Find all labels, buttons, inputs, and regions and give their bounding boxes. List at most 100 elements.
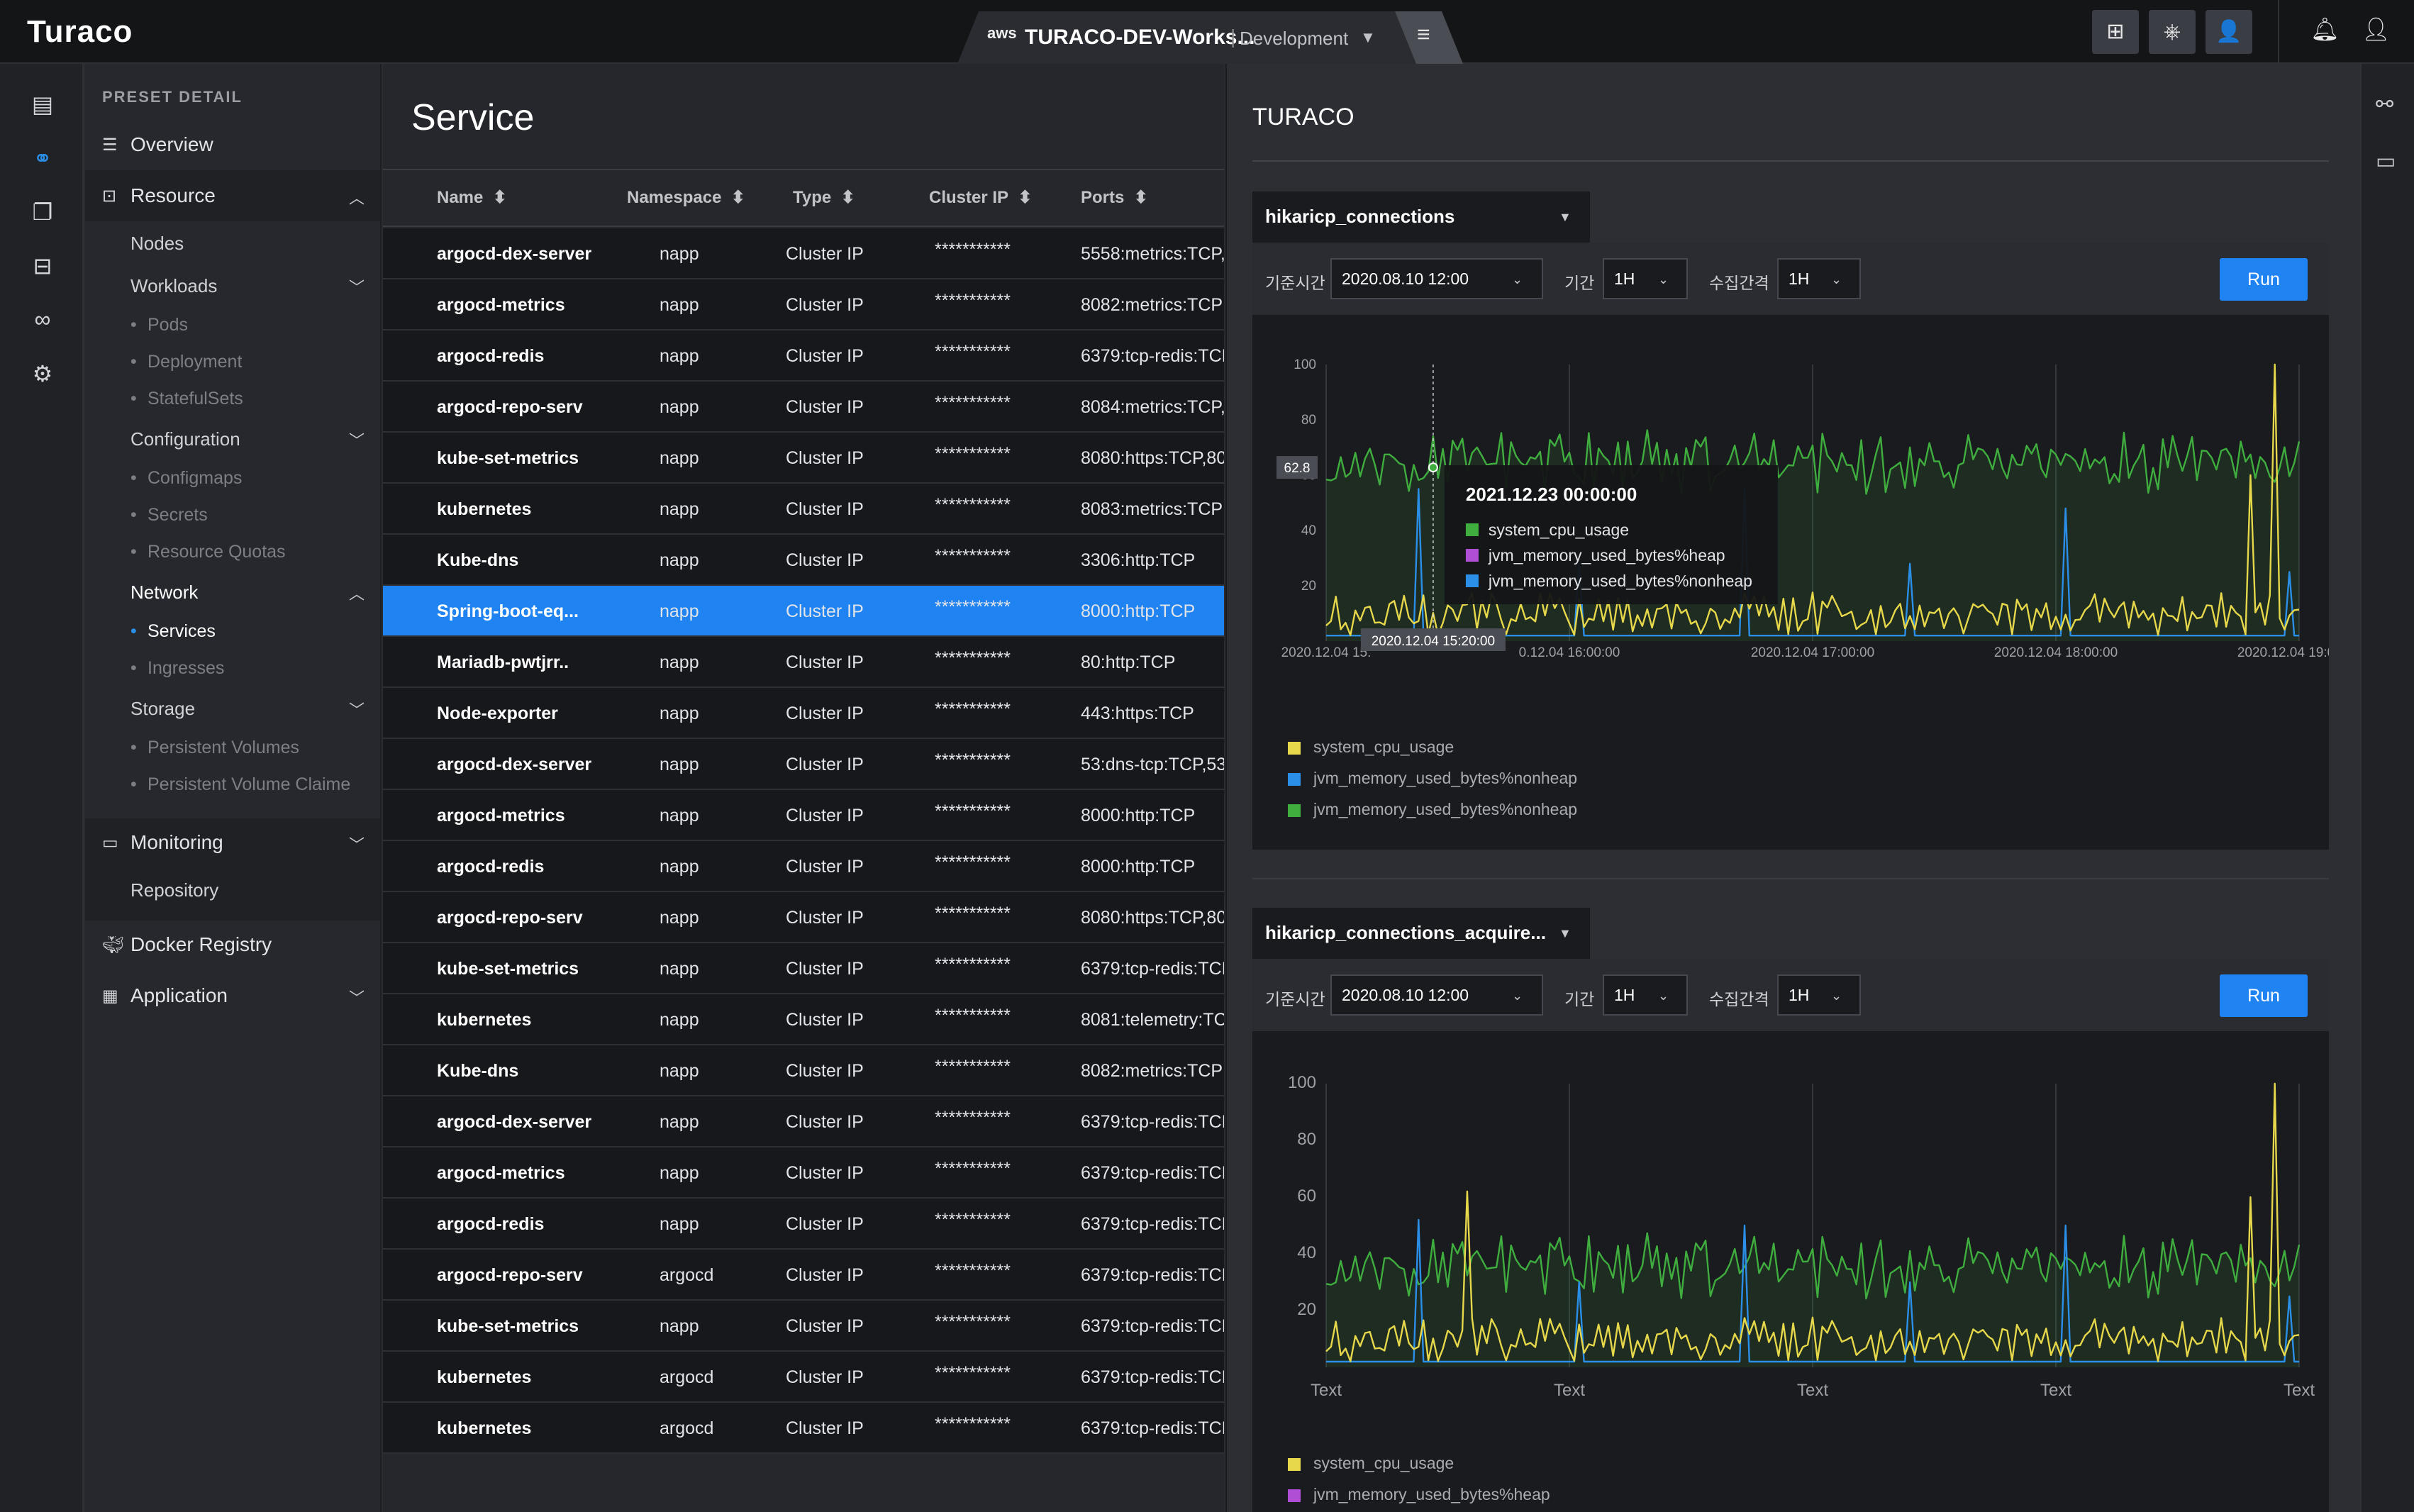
chevron-down-icon[interactable]: ▼ — [1559, 210, 1572, 225]
pipeline-icon[interactable]: ∞ — [28, 306, 57, 333]
nav-resource[interactable]: Resource — [130, 184, 216, 207]
nav-configmaps[interactable]: Configmaps — [148, 468, 242, 489]
table-row[interactable]: Mariadb-pwtjrr.. napp Cluster IP **********… — [383, 637, 1224, 688]
table-row[interactable]: argocd-metrics napp Cluster IP *********** 6… — [383, 1147, 1224, 1199]
topology-icon[interactable]: ⊟ — [28, 252, 57, 279]
run-button[interactable]: Run — [2220, 974, 2308, 1017]
table-row[interactable]: argocd-dex-server napp Cluster IP *********… — [383, 228, 1224, 279]
base-time-select[interactable]: 2020.08.10 12:00 — [1330, 974, 1543, 1016]
nav-overview[interactable]: Overview — [130, 133, 213, 156]
user-admin-icon[interactable]: 👤 — [2206, 10, 2252, 54]
legend-item[interactable]: system_cpu_usage — [1313, 738, 1454, 757]
chevron-down-icon[interactable]: ﹀ — [349, 275, 365, 298]
table-row[interactable]: argocd-redis napp Cluster IP *********** 800… — [383, 841, 1224, 892]
nav-resource-quotas[interactable]: Resource Quotas — [148, 542, 286, 562]
table-row[interactable]: argocd-redis napp Cluster IP *********** 637… — [383, 330, 1224, 382]
table-row[interactable]: kube-set-metrics napp Cluster IP **********… — [383, 943, 1224, 994]
legend-item[interactable]: jvm_memory_used_bytes%nonheap — [1313, 769, 1577, 788]
legend-item[interactable]: system_cpu_usage — [1313, 1454, 1454, 1473]
column-type[interactable]: Type ⬍ — [793, 187, 855, 208]
nav-ingresses[interactable]: Ingresses — [148, 658, 224, 679]
nav-nodes[interactable]: Nodes — [130, 233, 184, 255]
legend-item[interactable]: jvm_memory_used_bytes%heap — [1313, 1485, 1550, 1504]
nav-persistent-volume-claims[interactable]: Persistent Volume Claime — [148, 774, 350, 795]
dashboard-icon[interactable]: ▤ — [28, 91, 57, 118]
resource-icon[interactable]: ⚭ — [28, 145, 57, 172]
table-row[interactable]: argocd-redis napp Cluster IP *********** 637… — [383, 1199, 1224, 1250]
column-name[interactable]: Name ⬍ — [437, 187, 507, 208]
table-row[interactable]: Kube-dns napp Cluster IP *********** 3306:ht… — [383, 535, 1224, 586]
hamburger-icon[interactable]: ≡ — [1417, 21, 1430, 48]
nav-network[interactable]: Network — [130, 582, 198, 604]
nav-storage[interactable]: Storage — [130, 698, 195, 720]
nav-docker-registry[interactable]: Docker Registry — [130, 933, 272, 956]
chevron-up-icon[interactable]: ︿ — [349, 582, 365, 604]
period-select[interactable]: 1H — [1603, 974, 1688, 1016]
table-row[interactable]: argocd-repo-serv napp Cluster IP **********… — [383, 382, 1224, 433]
base-time-select[interactable]: 2020.08.10 12:00 — [1330, 258, 1543, 299]
table-row[interactable]: kubernetes argocd Cluster IP *********** 637… — [383, 1352, 1224, 1403]
monitor-icon[interactable]: ▭ — [2376, 149, 2396, 174]
workspace-name[interactable]: TURACO-DEV-Works... — [1025, 26, 1255, 50]
chevron-down-icon[interactable]: ▼ — [1559, 926, 1572, 941]
nav-application[interactable]: Application — [130, 984, 228, 1007]
nav-monitoring[interactable]: Monitoring — [130, 831, 223, 854]
chevron-down-icon[interactable]: ﹀ — [349, 986, 365, 1008]
topology-icon[interactable]: ⊞ — [2092, 10, 2139, 54]
nav-repository[interactable]: Repository — [130, 879, 218, 901]
table-row[interactable]: argocd-metrics napp Cluster IP *********** 8… — [383, 279, 1224, 330]
connection-icon[interactable]: ⚯ — [2376, 92, 2393, 117]
bell-icon[interactable]: 🔔︎ — [2310, 16, 2340, 43]
chart-1[interactable]: 100806040202020.12.04 15:0.12.04 16:00:0… — [1252, 315, 2329, 712]
period-select[interactable]: 1H — [1603, 258, 1688, 299]
chevron-up-icon[interactable]: ︿ — [349, 186, 365, 209]
nav-statefulsets[interactable]: StatefulSets — [148, 389, 243, 409]
table-row[interactable]: kubernetes argocd Cluster IP *********** 637… — [383, 1403, 1224, 1454]
workspace-env[interactable]: Development — [1240, 28, 1348, 50]
column-ports[interactable]: Ports ⬍ — [1081, 187, 1148, 208]
table-row[interactable]: kubernetes napp Cluster IP *********** 8081:… — [383, 994, 1224, 1045]
chevron-down-icon[interactable]: ⌄ — [1831, 272, 1842, 287]
library-icon[interactable]: ❐ — [28, 199, 57, 226]
interval-select[interactable]: 1H — [1777, 974, 1861, 1016]
helm-icon[interactable]: ⎈ — [2149, 10, 2196, 54]
nav-deployment[interactable]: Deployment — [148, 352, 242, 372]
table-row[interactable]: argocd-repo-serv argocd Cluster IP ********… — [383, 1250, 1224, 1301]
nav-configuration[interactable]: Configuration — [130, 428, 240, 450]
table-row[interactable]: argocd-repo-serv napp Cluster IP **********… — [383, 892, 1224, 943]
nav-workloads[interactable]: Workloads — [130, 275, 217, 297]
chevron-down-icon[interactable]: ▼ — [1360, 28, 1376, 47]
table-row[interactable]: argocd-dex-server napp Cluster IP *********… — [383, 1096, 1224, 1147]
chevron-down-icon[interactable]: ⌄ — [1831, 989, 1842, 1004]
profile-icon[interactable]: 👤︎ — [2362, 16, 2391, 43]
nav-pods[interactable]: Pods — [148, 315, 188, 335]
run-button[interactable]: Run — [2220, 258, 2308, 301]
nav-secrets[interactable]: Secrets — [148, 505, 208, 526]
metric-select-1-label[interactable]: hikaricp_connections — [1265, 206, 1454, 228]
settings-icon[interactable]: ⚙ — [28, 360, 57, 387]
table-row[interactable]: argocd-metrics napp Cluster IP *********** 8… — [383, 790, 1224, 841]
chevron-down-icon[interactable]: ⌄ — [1512, 989, 1523, 1004]
nav-services[interactable]: Services — [148, 621, 216, 642]
table-row[interactable]: argocd-dex-server napp Cluster IP *********… — [383, 739, 1224, 790]
nav-persistent-volumes[interactable]: Persistent Volumes — [148, 738, 299, 758]
metric-select-2-label[interactable]: hikaricp_connections_acquire... — [1265, 922, 1546, 944]
table-row[interactable]: kubernetes napp Cluster IP *********** 8083:… — [383, 484, 1224, 535]
table-row[interactable]: Kube-dns napp Cluster IP *********** 8082:me… — [383, 1045, 1224, 1096]
table-row[interactable]: kube-set-metrics napp Cluster IP **********… — [383, 433, 1224, 484]
chevron-down-icon[interactable]: ⌄ — [1658, 272, 1669, 287]
chevron-down-icon[interactable]: ﹀ — [349, 833, 365, 855]
chevron-down-icon[interactable]: ﹀ — [349, 428, 365, 451]
legend-item[interactable]: jvm_memory_used_bytes%nonheap — [1313, 800, 1577, 819]
app-logo[interactable]: Turaco — [27, 14, 133, 50]
chevron-down-icon[interactable]: ⌄ — [1658, 989, 1669, 1004]
table-row[interactable]: kube-set-metrics napp Cluster IP **********… — [383, 1301, 1224, 1352]
column-namespace[interactable]: Namespace ⬍ — [627, 187, 745, 208]
chevron-down-icon[interactable]: ⌄ — [1512, 272, 1523, 287]
table-row[interactable]: Node-exporter napp Cluster IP *********** 44… — [383, 688, 1224, 739]
chart-2[interactable]: 100 80 60 40 20 Text Text Text Text Text — [1252, 1031, 2329, 1414]
column-cluster-ip[interactable]: Cluster IP ⬍ — [929, 187, 1032, 208]
table-row-selected[interactable]: Spring-boot-eq... napp Cluster IP *********… — [383, 586, 1224, 637]
interval-select[interactable]: 1H — [1777, 258, 1861, 299]
chevron-down-icon[interactable]: ﹀ — [349, 698, 365, 721]
